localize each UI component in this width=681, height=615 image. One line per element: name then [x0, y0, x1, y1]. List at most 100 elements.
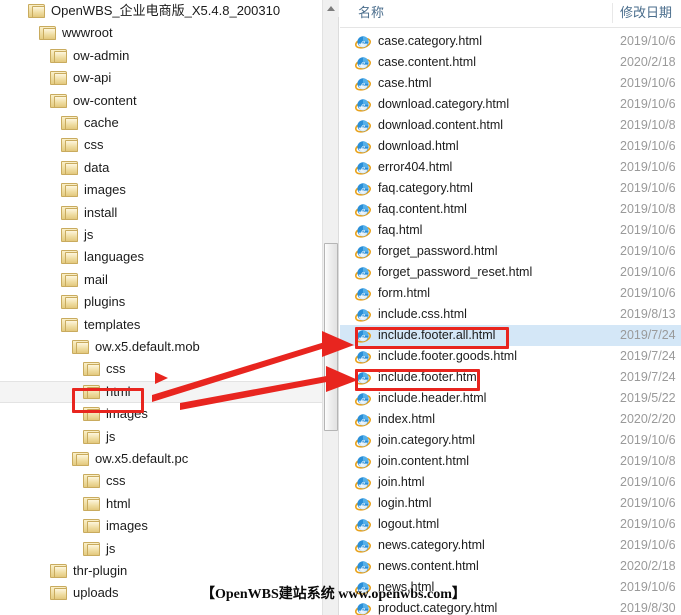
tree-item-data[interactable]: data	[0, 157, 322, 179]
svg-text:e: e	[361, 604, 365, 614]
file-row[interactable]: e case.content.html 2020/2/18	[340, 52, 681, 73]
file-date-modified: 2019/10/6	[620, 517, 676, 531]
file-row[interactable]: e join.content.html 2019/10/8	[340, 451, 681, 472]
folder-icon	[50, 586, 67, 601]
file-row[interactable]: e case.category.html 2019/10/6	[340, 31, 681, 52]
tree-item-images[interactable]: images	[0, 403, 322, 425]
tree-item-html[interactable]: html	[0, 493, 322, 515]
file-row[interactable]: e download.content.html 2019/10/8	[340, 115, 681, 136]
svg-text:e: e	[361, 58, 365, 68]
tree-item-images[interactable]: images	[0, 515, 322, 537]
file-row[interactable]: e include.footer.all.html 2019/7/24	[340, 325, 681, 346]
internet-explorer-html-file-icon: e	[355, 475, 371, 491]
tree-item-css[interactable]: css	[0, 134, 322, 156]
tree-item-wwwroot[interactable]: wwwroot	[0, 22, 322, 44]
file-row[interactable]: e join.html 2019/10/6	[340, 472, 681, 493]
file-row[interactable]: e faq.category.html 2019/10/6	[340, 178, 681, 199]
tree-item-label: mail	[84, 271, 108, 287]
file-date-modified: 2019/10/6	[620, 286, 676, 300]
column-header-date-modified[interactable]: 修改日期	[620, 5, 672, 21]
folder-icon	[83, 496, 100, 511]
file-row[interactable]: e news.content.html 2020/2/18	[340, 556, 681, 577]
folder-icon	[61, 295, 78, 310]
tree-scrollbar-thumb[interactable]	[324, 243, 338, 431]
scroll-up-arrow-icon[interactable]	[323, 0, 339, 17]
column-header-name[interactable]: 名称	[358, 5, 384, 21]
file-row[interactable]: e include.footer.html 2019/7/24	[340, 367, 681, 388]
tree-item-ow-admin[interactable]: ow-admin	[0, 45, 322, 67]
file-row[interactable]: e join.category.html 2019/10/6	[340, 430, 681, 451]
file-list-column-header: 名称 修改日期	[340, 0, 681, 28]
tree-item-ow.x5.default.mob[interactable]: ow.x5.default.mob	[0, 336, 322, 358]
file-row[interactable]: e form.html 2019/10/6	[340, 283, 681, 304]
file-row[interactable]: e login.html 2019/10/6	[340, 493, 681, 514]
file-row[interactable]: e include.css.html 2019/8/13	[340, 304, 681, 325]
tree-item-js[interactable]: js	[0, 538, 322, 560]
tree-item-js[interactable]: js	[0, 426, 322, 448]
file-row[interactable]: e logout.html 2019/10/6	[340, 514, 681, 535]
file-row[interactable]: e case.html 2019/10/6	[340, 73, 681, 94]
file-row[interactable]: e forget_password_reset.html 2019/10/6	[340, 262, 681, 283]
internet-explorer-html-file-icon: e	[355, 97, 371, 113]
file-date-modified: 2019/7/24	[620, 349, 676, 363]
file-name: join.category.html	[378, 433, 476, 447]
tree-item-ow-api[interactable]: ow-api	[0, 67, 322, 89]
tree-item-ow.x5.default.pc[interactable]: ow.x5.default.pc	[0, 448, 322, 470]
tree-item-label: js	[106, 428, 116, 444]
file-name: case.category.html	[378, 34, 482, 48]
tree-item-cache[interactable]: cache	[0, 112, 322, 134]
file-row[interactable]: e forget_password.html 2019/10/6	[340, 241, 681, 262]
tree-item-label: css	[84, 137, 104, 153]
file-name: include.header.html	[378, 391, 487, 405]
tree-scrollbar[interactable]	[322, 0, 339, 615]
column-divider[interactable]	[612, 3, 613, 23]
internet-explorer-html-file-icon: e	[355, 244, 371, 260]
file-row[interactable]: e include.header.html 2019/5/22	[340, 388, 681, 409]
file-row[interactable]: e news.category.html 2019/10/6	[340, 535, 681, 556]
file-row[interactable]: e download.html 2019/10/6	[340, 136, 681, 157]
svg-text:e: e	[361, 331, 365, 341]
internet-explorer-html-file-icon: e	[355, 202, 371, 218]
folder-icon	[83, 429, 100, 444]
file-name: product.category.html	[378, 601, 498, 615]
file-row[interactable]: e error404.html 2019/10/6	[340, 157, 681, 178]
file-date-modified: 2019/10/6	[620, 34, 676, 48]
tree-item-css[interactable]: css	[0, 358, 322, 380]
file-row[interactable]: e download.category.html 2019/10/6	[340, 94, 681, 115]
svg-text:e: e	[361, 289, 365, 299]
folder-icon	[83, 474, 100, 489]
internet-explorer-html-file-icon: e	[355, 517, 371, 533]
folder-icon	[50, 71, 67, 86]
tree-item-plugins[interactable]: plugins	[0, 291, 322, 313]
file-row[interactable]: e include.footer.goods.html 2019/7/24	[340, 346, 681, 367]
file-row[interactable]: e faq.content.html 2019/10/8	[340, 199, 681, 220]
file-row[interactable]: e index.html 2020/2/20	[340, 409, 681, 430]
tree-item-label: html	[106, 495, 131, 511]
tree-item-images[interactable]: images	[0, 179, 322, 201]
folder-tree-pane[interactable]: OpenWBS_企业电商版_X5.4.8_200310 wwwroot ow-adm…	[0, 0, 322, 615]
file-date-modified: 2019/10/6	[620, 538, 676, 552]
tree-item-languages[interactable]: languages	[0, 246, 322, 268]
file-list-pane[interactable]: 名称 修改日期 e case.category.html 2019/10/6 e cas…	[340, 0, 681, 615]
file-name: include.footer.goods.html	[378, 349, 517, 363]
watermark-text: 【OpenWBS建站系统 www.openwbs.com】	[201, 587, 466, 602]
file-name: logout.html	[378, 517, 440, 531]
file-row[interactable]: e faq.html 2019/10/6	[340, 220, 681, 241]
tree-item-label: html	[106, 383, 131, 399]
tree-item-mail[interactable]: mail	[0, 269, 322, 291]
folder-icon	[61, 228, 78, 242]
file-name: faq.html	[378, 223, 423, 237]
tree-item-templates[interactable]: templates	[0, 314, 322, 336]
folder-icon	[61, 138, 78, 153]
tree-item-js[interactable]: js	[0, 224, 322, 246]
tree-item-install[interactable]: install	[0, 202, 322, 224]
tree-item-html[interactable]: html	[0, 380, 322, 403]
tree-item-thr-plugin[interactable]: thr-plugin	[0, 560, 322, 582]
file-date-modified: 2019/7/24	[620, 370, 676, 384]
file-name: form.html	[378, 286, 431, 300]
tree-item-openwbs__x5.4.8_200310[interactable]: OpenWBS_企业电商版_X5.4.8_200310	[0, 0, 322, 22]
tree-item-css[interactable]: css	[0, 470, 322, 492]
folder-icon	[28, 4, 45, 18]
tree-item-ow-content[interactable]: ow-content	[0, 90, 322, 112]
internet-explorer-html-file-icon: e	[355, 559, 371, 575]
